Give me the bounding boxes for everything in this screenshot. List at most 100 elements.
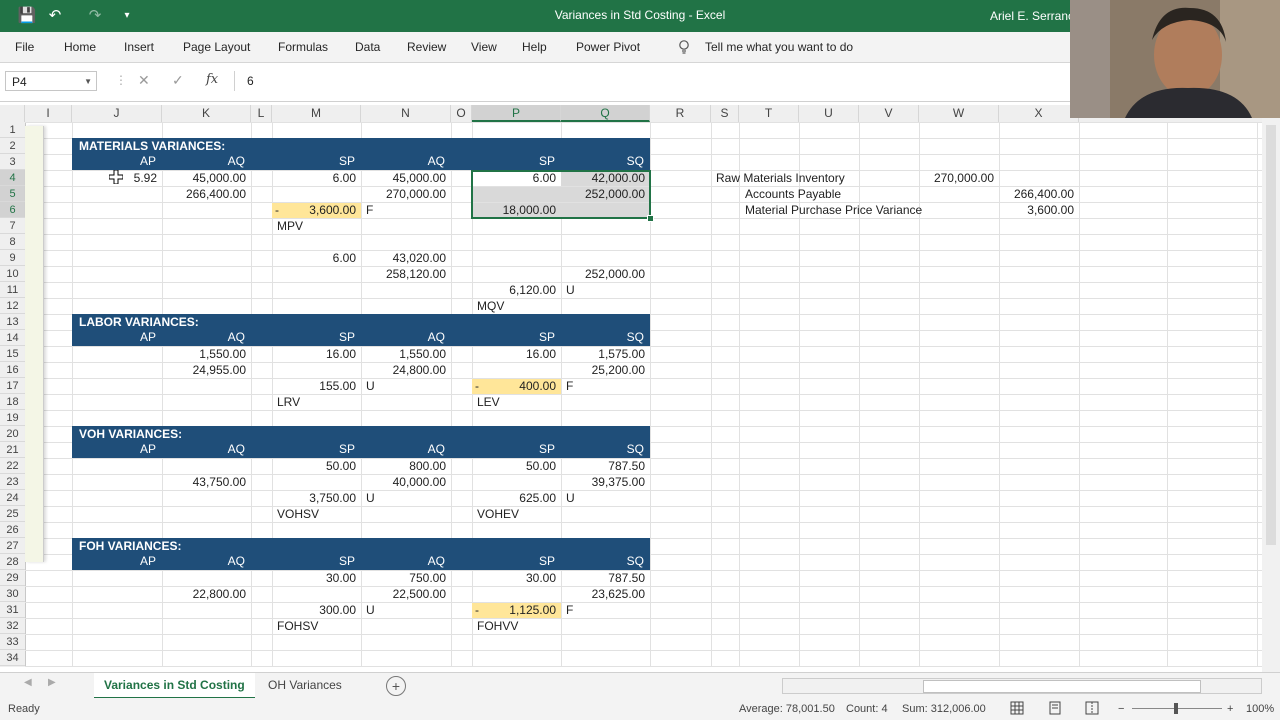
tab-file[interactable]: File — [15, 40, 34, 54]
cell-p11[interactable]: 6,120.00 — [472, 283, 561, 298]
cell-k30[interactable]: 22,800.00 — [162, 587, 251, 602]
row-header[interactable]: 16 — [0, 362, 25, 378]
cell-q24[interactable]: U — [561, 491, 591, 506]
column-header[interactable]: T — [739, 105, 799, 122]
row-header[interactable]: 27 — [0, 538, 25, 554]
cell-n9[interactable]: 43,020.00 — [361, 251, 451, 266]
cell-t5[interactable]: Accounts Payable — [740, 187, 940, 202]
sheet-tab-active[interactable]: Variances in Std Costing — [94, 673, 255, 700]
tab-insert[interactable]: Insert — [124, 40, 154, 54]
cell-n24[interactable]: U — [361, 491, 391, 506]
cell-m4[interactable]: 6.00 — [272, 171, 361, 186]
zoom-in-button[interactable]: + — [1227, 703, 1233, 715]
row-header[interactable]: 15 — [0, 346, 25, 362]
cell-n31[interactable]: U — [361, 603, 391, 618]
column-header[interactable]: W — [919, 105, 999, 122]
cell-q30[interactable]: 23,625.00 — [561, 587, 650, 602]
zoom-out-button[interactable]: − — [1118, 703, 1124, 715]
column-header[interactable]: S — [711, 105, 739, 122]
cell-t6[interactable]: Material Purchase Price Variance — [740, 203, 960, 218]
cancel-icon[interactable]: ✕ — [138, 72, 150, 89]
cell-p18[interactable]: LEV — [472, 395, 561, 410]
row-header-selected[interactable]: 6 — [0, 202, 25, 218]
row-header[interactable]: 1 — [0, 122, 25, 138]
zoom-slider-thumb[interactable] — [1174, 703, 1178, 714]
tab-formulas[interactable]: Formulas — [278, 40, 328, 54]
page-break-preview-icon[interactable] — [1085, 701, 1099, 718]
column-header[interactable]: N — [361, 105, 451, 122]
worksheet-grid[interactable]: MATERIALS VARIANCES: AP AQ SP AQ SP SQ L… — [25, 122, 1262, 667]
insert-function-icon[interactable]: fx — [206, 72, 218, 87]
row-header[interactable]: 29 — [0, 570, 25, 586]
tell-me-search[interactable]: Tell me what you want to do — [705, 40, 853, 54]
column-header[interactable]: R — [650, 105, 711, 122]
row-header-selected[interactable]: 4 — [0, 170, 25, 186]
cell-n29[interactable]: 750.00 — [361, 571, 451, 586]
chevron-down-icon[interactable]: ▼ — [84, 72, 92, 92]
tab-review[interactable]: Review — [407, 40, 446, 54]
tab-page-layout[interactable]: Page Layout — [183, 40, 250, 54]
row-header[interactable]: 31 — [0, 602, 25, 618]
row-header[interactable]: 13 — [0, 314, 25, 330]
cell-k5[interactable]: 266,400.00 — [162, 187, 251, 202]
cell-x5[interactable]: 266,400.00 — [999, 187, 1079, 202]
cell-m29[interactable]: 30.00 — [272, 571, 361, 586]
cell-m24[interactable]: 3,750.00 — [272, 491, 361, 506]
column-header-selected[interactable]: P — [472, 105, 561, 122]
horizontal-scrollbar[interactable] — [782, 678, 1262, 694]
cell-t4[interactable]: Raw Materials Inventory — [711, 171, 921, 186]
cell-m17[interactable]: 155.00 — [272, 379, 361, 394]
user-name[interactable]: Ariel E. Serrano — [990, 9, 1075, 23]
cell-n15[interactable]: 1,550.00 — [361, 347, 451, 362]
normal-view-icon[interactable] — [1010, 701, 1024, 718]
row-header[interactable]: 14 — [0, 330, 25, 346]
cell-q29[interactable]: 787.50 — [561, 571, 650, 586]
cell-m18[interactable]: LRV — [272, 395, 361, 410]
cell-m25[interactable]: VOHSV — [272, 507, 361, 522]
cell-p32[interactable]: FOHVV — [472, 619, 561, 634]
row-header[interactable]: 28 — [0, 554, 25, 570]
cell-n5[interactable]: 270,000.00 — [361, 187, 451, 202]
column-header-selected[interactable]: Q — [561, 105, 650, 122]
cell-q15[interactable]: 1,575.00 — [561, 347, 650, 362]
cell-p31[interactable]: - 1,125.00 — [472, 603, 561, 618]
row-header[interactable]: 25 — [0, 506, 25, 522]
cell-w4[interactable]: 270,000.00 — [919, 171, 999, 186]
vertical-scrollbar[interactable] — [1262, 105, 1280, 672]
cell-x6[interactable]: 3,600.00 — [999, 203, 1079, 218]
cell-k16[interactable]: 24,955.00 — [162, 363, 251, 378]
cell-m15[interactable]: 16.00 — [272, 347, 361, 362]
cell-n6[interactable]: F — [361, 203, 391, 218]
enter-icon[interactable]: ✓ — [172, 72, 184, 89]
tab-home[interactable]: Home — [64, 40, 96, 54]
select-all-corner[interactable] — [0, 105, 25, 122]
row-header[interactable]: 20 — [0, 426, 25, 442]
selection-range[interactable] — [471, 170, 651, 219]
tab-data[interactable]: Data — [355, 40, 380, 54]
tab-help[interactable]: Help — [522, 40, 547, 54]
column-header[interactable]: X — [999, 105, 1079, 122]
row-header[interactable]: 7 — [0, 218, 25, 234]
cell-q17[interactable]: F — [561, 379, 591, 394]
cell-q16[interactable]: 25,200.00 — [561, 363, 650, 378]
cell-n4[interactable]: 45,000.00 — [361, 171, 451, 186]
cell-q11[interactable]: U — [561, 283, 591, 298]
cell-q31[interactable]: F — [561, 603, 591, 618]
tab-view[interactable]: View — [471, 40, 497, 54]
add-sheet-icon[interactable]: + — [386, 676, 406, 696]
row-header[interactable]: 9 — [0, 250, 25, 266]
cell-n22[interactable]: 800.00 — [361, 459, 451, 474]
cell-p17[interactable]: - 400.00 — [472, 379, 561, 394]
column-header[interactable]: J — [72, 105, 162, 122]
row-header[interactable]: 22 — [0, 458, 25, 474]
row-header[interactable]: 10 — [0, 266, 25, 282]
row-header[interactable]: 3 — [0, 154, 25, 170]
cell-q22[interactable]: 787.50 — [561, 459, 650, 474]
row-header[interactable]: 32 — [0, 618, 25, 634]
cell-m32[interactable]: FOHSV — [272, 619, 361, 634]
tab-power-pivot[interactable]: Power Pivot — [576, 40, 640, 54]
row-header-selected[interactable]: 5 — [0, 186, 25, 202]
row-header[interactable]: 11 — [0, 282, 25, 298]
cell-p15[interactable]: 16.00 — [472, 347, 561, 362]
zoom-level[interactable]: 100% — [1246, 703, 1274, 715]
